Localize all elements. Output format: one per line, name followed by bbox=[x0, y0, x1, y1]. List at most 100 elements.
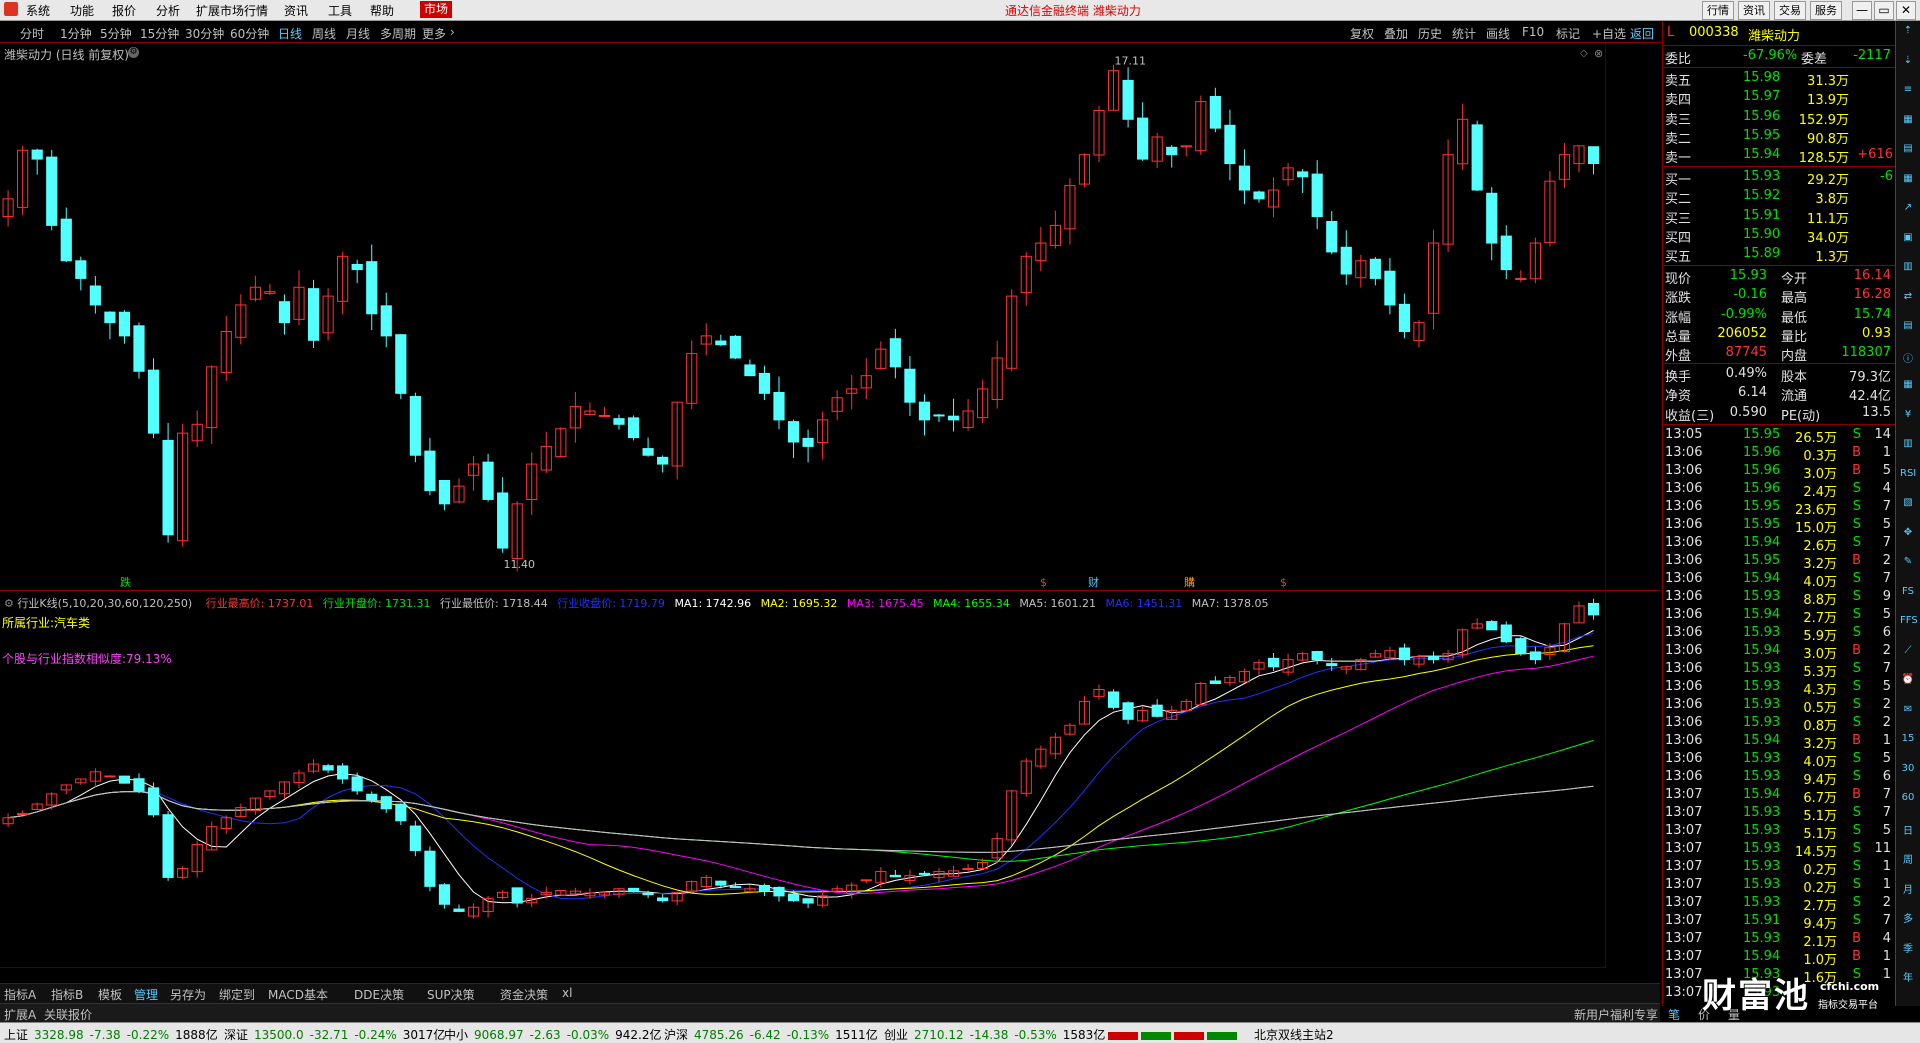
x-tick-label: 2019年 bbox=[2, 967, 41, 968]
btn-mark[interactable]: 标记 bbox=[1556, 25, 1580, 42]
menu-help[interactable]: 帮助 bbox=[370, 2, 394, 19]
ask-row: 卖二 15.95 90.8万 bbox=[1663, 127, 1895, 147]
tab-9[interactable]: 资金决策 bbox=[500, 986, 548, 1003]
volume-icon[interactable]: ▤ bbox=[1900, 143, 1916, 157]
down-icon[interactable]: ⇣ bbox=[1900, 55, 1916, 69]
60-icon[interactable]: 60 bbox=[1900, 792, 1916, 806]
btn-stats[interactable]: 统计 bbox=[1452, 25, 1476, 42]
top-btn-trade[interactable]: 交易 bbox=[1774, 1, 1806, 20]
index-4[interactable]: 创业 2710.12 -14.38 -0.53% 1583亿 bbox=[884, 1026, 1111, 1043]
rsi-icon[interactable]: RSI bbox=[1900, 468, 1916, 482]
tab-7[interactable]: DDE决策 bbox=[354, 986, 404, 1003]
industry-chart[interactable]: 1200125013001350140014501500155016001650… bbox=[0, 592, 1606, 968]
tab-related-quotes[interactable]: 关联报价 bbox=[44, 1006, 92, 1023]
tab-new-user[interactable]: 新用户福利专享 bbox=[1574, 1006, 1658, 1023]
day-icon[interactable]: 日 bbox=[1900, 822, 1916, 837]
period-30min[interactable]: 30分钟 bbox=[185, 25, 224, 42]
box-icon[interactable]: ▣ bbox=[1900, 232, 1916, 246]
menu-tools[interactable]: 工具 bbox=[328, 2, 352, 19]
tick-row: 13:06 15.94 2.7万 S 5 bbox=[1663, 606, 1895, 626]
period-multi[interactable]: 多周期 bbox=[380, 25, 416, 42]
tab-4[interactable]: 另存为 bbox=[170, 986, 206, 1003]
menu-market[interactable]: 市场 bbox=[420, 1, 453, 18]
period-more[interactable]: 更多 bbox=[422, 25, 446, 42]
grid-icon[interactable]: ▦ bbox=[1900, 173, 1916, 187]
btn-add-watchlist[interactable]: +自选 bbox=[1592, 25, 1626, 42]
period-60min[interactable]: 60分钟 bbox=[230, 25, 269, 42]
settings-icon[interactable]: ⚙ bbox=[128, 47, 139, 58]
trend-icon[interactable]: ↗ bbox=[1900, 202, 1916, 216]
chart-icon[interactable]: ▦ bbox=[1900, 114, 1916, 128]
close-icon[interactable]: ⊗ bbox=[1594, 47, 1603, 60]
doc-icon[interactable]: ▤ bbox=[1900, 320, 1916, 334]
index-3[interactable]: 沪深 4785.26 -6.42 -0.13% 1511亿 bbox=[664, 1026, 884, 1043]
tab-10[interactable]: xl bbox=[562, 986, 572, 1000]
indicator-icon[interactable]: ▧ bbox=[1900, 497, 1916, 511]
ffs-icon[interactable]: FFS bbox=[1900, 615, 1918, 629]
menu-system[interactable]: 系统 bbox=[26, 2, 50, 19]
up-icon[interactable]: ⇡ bbox=[1900, 25, 1916, 39]
menu-function[interactable]: 功能 bbox=[70, 2, 94, 19]
30-icon[interactable]: 30 bbox=[1900, 763, 1916, 777]
period-day[interactable]: 日线 bbox=[278, 25, 302, 42]
settings-icon[interactable]: ⚙ bbox=[4, 597, 17, 610]
period-15min[interactable]: 15分钟 bbox=[140, 25, 179, 42]
menu-quote[interactable]: 报价 bbox=[112, 2, 136, 19]
btn-draw[interactable]: 画线 bbox=[1486, 25, 1510, 42]
maximize-button[interactable]: ▭ bbox=[1874, 1, 1894, 20]
top-btn-quote[interactable]: 行情 bbox=[1702, 1, 1734, 20]
info-icon[interactable]: ⓘ bbox=[1900, 350, 1916, 365]
bar-icon[interactable]: ▥ bbox=[1900, 261, 1916, 275]
week-icon[interactable]: 周 bbox=[1900, 851, 1916, 866]
price-chart[interactable]: 11.5012.0012.5013.0013.5014.0014.5015.00… bbox=[0, 43, 1606, 589]
top-btn-news[interactable]: 资讯 bbox=[1738, 1, 1770, 20]
btn-back[interactable]: 返回 bbox=[1630, 25, 1654, 42]
tab-ext-a[interactable]: 扩展A bbox=[4, 1006, 36, 1023]
diamond-icon[interactable]: ◇ bbox=[1580, 48, 1588, 59]
period-tick[interactable]: 分时 bbox=[20, 25, 44, 42]
chevron-right-icon[interactable]: › bbox=[450, 25, 455, 39]
season-icon[interactable]: 季 bbox=[1900, 940, 1916, 955]
line-icon[interactable]: ⟋ bbox=[1900, 645, 1916, 659]
tab-3[interactable]: 管理 bbox=[134, 986, 158, 1003]
fs-icon[interactable]: FS bbox=[1900, 586, 1916, 600]
top-btn-service[interactable]: 服务 bbox=[1810, 1, 1842, 20]
period-month[interactable]: 月线 bbox=[346, 25, 370, 42]
compare-icon[interactable]: ⇄ bbox=[1900, 291, 1916, 305]
period-5min[interactable]: 5分钟 bbox=[100, 25, 132, 42]
tab-6[interactable]: MACD基本 bbox=[268, 986, 328, 1003]
menu-analysis[interactable]: 分析 bbox=[156, 2, 180, 19]
period-week[interactable]: 周线 bbox=[312, 25, 336, 42]
tab-0[interactable]: 指标A bbox=[4, 986, 36, 1003]
list-icon[interactable]: ≡ bbox=[1900, 84, 1916, 98]
index-1[interactable]: 深证 13500.0 -32.71 -0.24% 3017亿 bbox=[224, 1026, 451, 1043]
tab-8[interactable]: SUP决策 bbox=[427, 986, 475, 1003]
tab-trades[interactable]: 笔 bbox=[1668, 1006, 1680, 1023]
book-icon[interactable]: ▥ bbox=[1900, 438, 1916, 452]
tab-5[interactable]: 绑定到 bbox=[219, 986, 255, 1003]
draw-icon[interactable]: ✎ bbox=[1900, 556, 1916, 570]
move-icon[interactable]: ✥ bbox=[1900, 527, 1916, 541]
tab-1[interactable]: 指标B bbox=[51, 986, 83, 1003]
server-status[interactable]: 北京双线主站2 bbox=[1254, 1026, 1334, 1043]
btn-f10[interactable]: F10 bbox=[1522, 25, 1544, 39]
tab-2[interactable]: 模板 bbox=[98, 986, 122, 1003]
index-0[interactable]: 上证 3328.98 -7.38 -0.22% 1888亿 bbox=[4, 1026, 224, 1043]
minimize-button[interactable]: — bbox=[1852, 1, 1872, 20]
table-icon[interactable]: ▦ bbox=[1900, 379, 1916, 393]
month-icon[interactable]: 月 bbox=[1900, 881, 1916, 896]
menu-ext-market[interactable]: 扩展市场行情 bbox=[196, 2, 268, 19]
btn-history[interactable]: 历史 bbox=[1418, 25, 1442, 42]
menu-news[interactable]: 资讯 bbox=[284, 2, 308, 19]
15-icon[interactable]: 15 bbox=[1900, 733, 1916, 747]
btn-adjust[interactable]: 复权 bbox=[1350, 25, 1374, 42]
index-2[interactable]: 中小 9068.97 -2.63 -0.03% 942.2亿 bbox=[444, 1026, 668, 1043]
multi-icon[interactable]: 多 bbox=[1900, 910, 1916, 925]
close-button[interactable]: ✕ bbox=[1896, 1, 1916, 20]
btn-overlay[interactable]: 叠加 bbox=[1384, 25, 1408, 42]
note-icon[interactable]: ✉ bbox=[1900, 704, 1916, 718]
year-icon[interactable]: 年 bbox=[1900, 969, 1916, 984]
period-1min[interactable]: 1分钟 bbox=[60, 25, 92, 42]
price-icon[interactable]: ¥ bbox=[1900, 409, 1916, 423]
alarm-icon[interactable]: ⏰ bbox=[1900, 674, 1916, 688]
